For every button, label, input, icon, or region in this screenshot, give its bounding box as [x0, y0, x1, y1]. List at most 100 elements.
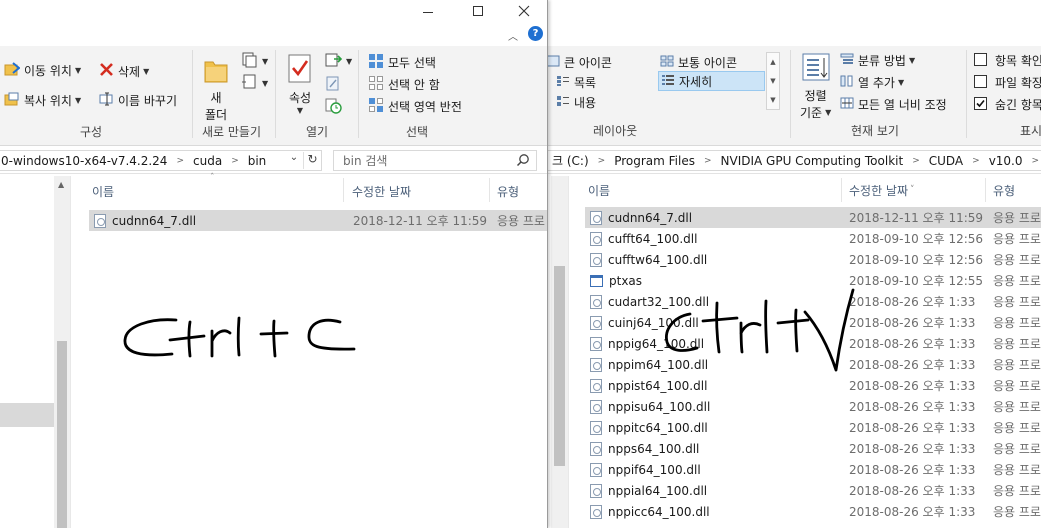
file-row[interactable]: cudart32_100.dll 2018-08-26 오후 1:33 응용 프로	[585, 291, 1041, 312]
left-nav-scrollbar[interactable]: ▲	[54, 176, 70, 528]
layout-gallery-scroll[interactable]: ▲ ▼ ▼	[766, 52, 780, 110]
file-row[interactable]: nppial64_100.dll 2018-08-26 오후 1:33 응용 프로	[585, 480, 1041, 501]
hidden-items-toggle[interactable]: 숨긴 항목	[974, 96, 1041, 113]
list-label: 목록	[574, 76, 597, 90]
column-header-date[interactable]: 수정한 날짜	[352, 177, 411, 205]
file-row[interactable]: nppicc64_100.dll 2018-08-26 오후 1:33 응용 프로	[585, 501, 1041, 522]
select-all-button[interactable]: 모두 선택	[368, 53, 436, 72]
chevron-down-icon: ▼	[262, 57, 269, 66]
breadcrumb-separator-icon: >	[972, 155, 980, 166]
file-date: 2018-08-26 오후 1:33	[849, 505, 976, 519]
breadcrumb-segment[interactable]: 0-windows10-x64-v7.4.2.24	[1, 154, 167, 168]
properties-button[interactable]: 속성 ▼	[287, 54, 313, 115]
minimize-icon	[423, 11, 433, 13]
column-divider[interactable]	[985, 178, 986, 202]
properties-icon	[287, 54, 313, 87]
minimize-button[interactable]	[405, 0, 451, 22]
sort-by-button[interactable]: 정렬 기준 ▼	[800, 52, 831, 121]
file-row-selected[interactable]: cudnn64_7.dll 2018-12-11 오후 11:59 응용 프로	[585, 207, 1041, 228]
column-divider[interactable]	[489, 178, 490, 202]
file-row[interactable]: npps64_100.dll 2018-08-26 오후 1:33 응용 프로	[585, 438, 1041, 459]
new-folder-button[interactable]: 새 폴더	[203, 56, 229, 123]
column-header-type[interactable]: 유형	[497, 177, 519, 205]
history-button[interactable]	[325, 98, 342, 117]
file-date: 2018-08-26 오후 1:33	[849, 295, 976, 309]
left-address-bar[interactable]: 0-windows10-x64-v7.4.2.24 > cuda > bin ⌄…	[0, 150, 322, 171]
address-history-dropdown[interactable]: ⌄	[285, 152, 303, 169]
close-button[interactable]	[501, 0, 547, 22]
breadcrumb-segment[interactable]: Program Files	[614, 154, 695, 168]
file-row[interactable]: ptxas 2018-09-10 오후 12:55 응용 프로	[585, 270, 1041, 291]
column-header-name[interactable]: 이름	[588, 176, 610, 204]
column-header-name[interactable]: 이름	[92, 177, 114, 205]
easy-access-icon	[241, 74, 259, 93]
details-view-icon	[661, 74, 675, 89]
file-row[interactable]: nppig64_100.dll 2018-08-26 오후 1:33 응용 프로	[585, 333, 1041, 354]
move-to-icon	[4, 62, 21, 79]
rename-button[interactable]: 이름 바꾸기	[99, 92, 177, 109]
file-row[interactable]: cufftw64_100.dll 2018-09-10 오후 12:56 응용 프로	[585, 249, 1041, 270]
breadcrumb-separator-icon: >	[597, 155, 606, 166]
chevron-down-icon: ▼	[825, 108, 832, 117]
file-row-selected[interactable]: cudnn64_7.dll 2018-12-11 오후 11:59 응용 프로	[89, 210, 547, 231]
add-columns-button[interactable]: 열 추가 ▼	[840, 74, 904, 91]
right-explorer-window: 큰 아이콘 보통 아이콘 목록 자세히 내용 ▲ ▼ ▼ 레이아웃 정렬 기준 …	[548, 0, 1041, 528]
file-extensions-toggle[interactable]: 파일 확장	[974, 74, 1041, 91]
column-divider[interactable]	[343, 178, 344, 202]
dll-file-icon	[590, 399, 602, 414]
refresh-button[interactable]: ↻	[303, 152, 321, 169]
left-nav-scroll-thumb[interactable]	[57, 341, 67, 528]
file-row[interactable]: nppim64_100.dll 2018-08-26 오후 1:33 응용 프로	[585, 354, 1041, 375]
details-option[interactable]: 자세히	[658, 71, 765, 91]
dll-file-icon	[94, 213, 106, 228]
ribbon-collapse-button[interactable]: ︿	[508, 28, 518, 43]
list-option[interactable]: 목록	[556, 74, 596, 91]
content-option[interactable]: 내용	[556, 94, 596, 111]
invert-selection-button[interactable]: 선택 영역 반전	[368, 97, 462, 116]
breadcrumb-segment[interactable]: v10.0	[989, 154, 1023, 168]
group-by-icon	[840, 53, 854, 68]
medium-icons-option[interactable]: 보통 아이콘	[660, 54, 737, 71]
right-nav-scroll-thumb[interactable]	[554, 266, 565, 466]
file-name: nppisu64_100.dll	[608, 399, 711, 414]
delete-button[interactable]: 삭제 ▼	[99, 62, 149, 80]
file-row[interactable]: cufft64_100.dll 2018-09-10 오후 12:56 응용 프로	[585, 228, 1041, 249]
right-address-bar[interactable]: 크 (C:) > Program Files > NVIDIA GPU Comp…	[548, 150, 1041, 171]
close-icon	[518, 5, 530, 17]
file-row[interactable]: nppist64_100.dll 2018-08-26 오후 1:33 응용 프로	[585, 375, 1041, 396]
large-icons-option[interactable]: 큰 아이콘	[548, 54, 612, 71]
edit-button[interactable]	[325, 76, 341, 95]
nav-selected-item[interactable]	[0, 403, 54, 427]
easy-access-button[interactable]: ▼	[241, 74, 268, 93]
search-input[interactable]: bin 검색	[333, 150, 537, 171]
maximize-button[interactable]	[455, 0, 501, 22]
column-type-label: 유형	[497, 184, 520, 199]
file-row[interactable]: nppitc64_100.dll 2018-08-26 오후 1:33 응용 프로	[585, 417, 1041, 438]
file-extensions-label: 파일 확장	[995, 76, 1041, 90]
select-none-button[interactable]: 선택 안 함	[368, 75, 440, 94]
group-by-button[interactable]: 분류 방법 ▼	[840, 52, 915, 69]
column-divider[interactable]	[841, 178, 842, 202]
add-columns-icon	[840, 75, 854, 90]
column-header-type[interactable]: 유형	[993, 176, 1015, 204]
open-button[interactable]: ▼	[325, 52, 352, 71]
item-checkboxes-toggle[interactable]: 항목 확인	[974, 52, 1041, 69]
breadcrumb-segment[interactable]: NVIDIA GPU Computing Toolkit	[721, 154, 904, 168]
dll-file-icon	[590, 210, 602, 225]
size-columns-button[interactable]: 모든 열 너비 조정	[840, 96, 947, 113]
file-row[interactable]: cuinj64_100.dll 2018-08-26 오후 1:33 응용 프로	[585, 312, 1041, 333]
checkbox-empty-icon	[974, 52, 987, 69]
move-to-button[interactable]: 이동 위치 ▼	[4, 62, 81, 79]
copy-to-button[interactable]: 복사 위치 ▼	[4, 92, 81, 109]
column-header-date[interactable]: 수정한 날짜 ˅	[849, 176, 915, 204]
file-row[interactable]: nppif64_100.dll 2018-08-26 오후 1:33 응용 프로	[585, 459, 1041, 480]
file-row[interactable]: nppisu64_100.dll 2018-08-26 오후 1:33 응용 프로	[585, 396, 1041, 417]
breadcrumb-separator-icon: >	[1031, 155, 1040, 166]
help-button[interactable]: ?	[528, 26, 543, 41]
file-date: 2018-09-10 오후 12:56	[849, 232, 984, 246]
breadcrumb-segment[interactable]: bin	[248, 154, 267, 168]
breadcrumb-segment[interactable]: CUDA	[929, 154, 963, 168]
breadcrumb-segment[interactable]: cuda	[193, 154, 222, 168]
new-item-button[interactable]: ▼	[241, 52, 268, 71]
right-nav-scrollbar[interactable]	[551, 176, 568, 528]
